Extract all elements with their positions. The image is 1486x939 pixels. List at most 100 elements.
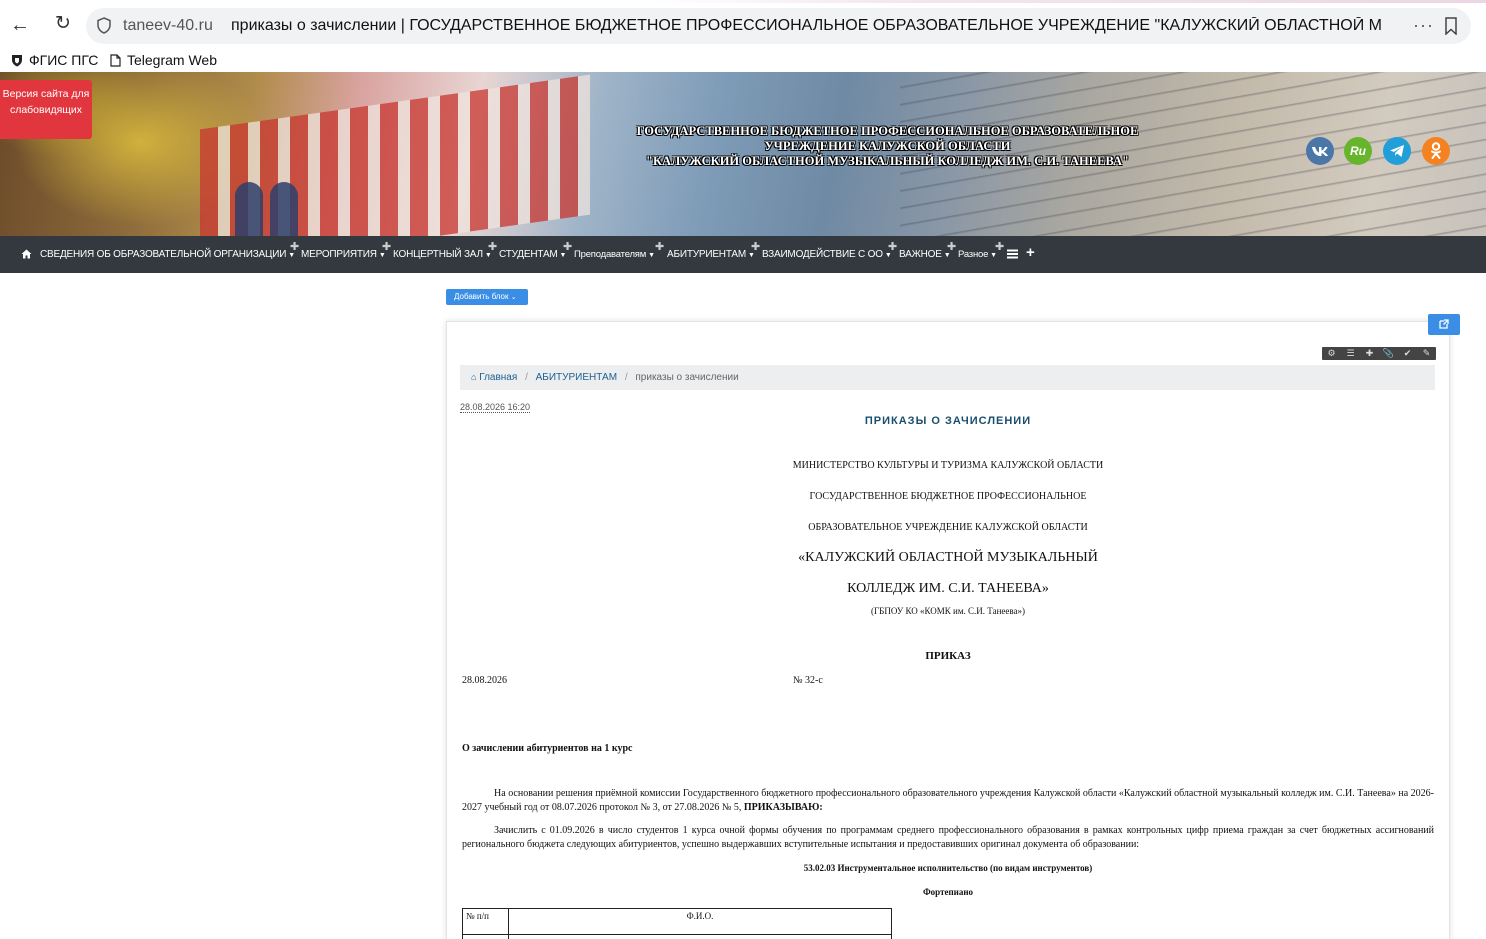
low-vision-button[interactable]: Версия сайта для слабовидящих <box>0 80 92 139</box>
table-cell <box>462 934 509 939</box>
drag-handle-icon[interactable]: ✚ <box>563 240 572 253</box>
reload-button[interactable]: ↻ <box>52 13 74 35</box>
url-page-title[interactable]: приказы о зачислении | ГОСУДАРСТВЕННОЕ Б… <box>231 17 1381 35</box>
list-icon[interactable] <box>1007 249 1018 259</box>
doc-instrument: Фортепиано <box>922 887 974 897</box>
nav-item-teachers[interactable]: Преподавателям ▼ <box>574 249 655 260</box>
header-banner: ГОСУДАРСТВЕННОЕ БЮДЖЕТНОЕ ПРОФЕССИОНАЛЬН… <box>0 72 1486 236</box>
nav-item-cooperation[interactable]: ВЗАИМОДЕЙСТВИЕ С ОО ▼ <box>762 249 892 260</box>
bookmark-telegram[interactable]: Telegram Web <box>110 52 217 68</box>
doc-paragraph: На основании решения приёмной комиссии Г… <box>462 787 1434 814</box>
table-header-row: № п/п Ф.И.О. <box>462 908 892 935</box>
doc-org-line: «КАЛУЖСКИЙ ОБЛАСТНОЙ МУЗЫКАЛЬНЫЙ <box>798 550 1098 565</box>
breadcrumb: ⌂ Главная / АБИТУРИЕНТАМ / приказы о зач… <box>460 365 1435 390</box>
doc-org-line: КОЛЛЕДЖ ИМ. С.И. ТАНЕЕВА» <box>847 581 1049 596</box>
nav-item-org-info[interactable]: СВЕДЕНИЯ ОБ ОБРАЗОВАТЕЛЬНОЙ ОРГАНИЗАЦИИ ▼ <box>40 249 295 260</box>
gear-icon[interactable]: ⚙ <box>1322 347 1341 360</box>
external-link-icon <box>1439 319 1449 329</box>
back-button[interactable]: ← <box>9 14 31 36</box>
doc-org-short: (ГБПОУ КО «КОМК им. С.И. Танеева») <box>870 606 1025 616</box>
chevron-down-icon: ⌄ <box>510 294 517 301</box>
doc-order-number: № 32-с <box>793 675 823 686</box>
odnoklassniki-icon[interactable] <box>1422 137 1450 165</box>
nav-label: ВЗАИМОДЕЙСТВИЕ С ОО <box>762 249 883 260</box>
add-block-label: Добавить блок <box>454 292 509 301</box>
move-icon[interactable]: ✚ <box>1360 347 1379 360</box>
add-menu-item-icon[interactable]: + <box>1026 244 1035 261</box>
nav-label: ВАЖНОЕ <box>899 249 942 260</box>
bookmarks-bar: ФГИС ПГС Telegram Web <box>0 50 1486 72</box>
doc-subject: О зачислении абитуриентов на 1 курс <box>462 743 633 754</box>
breadcrumb-separator: / <box>624 372 628 383</box>
shield-icon[interactable] <box>97 17 111 34</box>
college-title-line: ГОСУДАРСТВЕННОЕ БЮДЖЕТНОЕ ПРОФЕССИОНАЛЬН… <box>636 124 1139 138</box>
home-icon[interactable]: ⌂ <box>471 372 476 382</box>
address-bar[interactable]: taneev-40.ru приказы о зачислении | ГОСУ… <box>86 8 1471 44</box>
nav-item-important[interactable]: ВАЖНОЕ ▼ <box>899 249 951 260</box>
college-title-line: УЧРЕЖДЕНИЕ КАЛУЖСКОЙ ОБЛАСТИ <box>764 139 1011 153</box>
bookmark-label: ФГИС ПГС <box>29 52 99 68</box>
paperclip-icon[interactable]: 📎 <box>1379 347 1398 360</box>
drag-handle-icon[interactable]: ✚ <box>655 240 664 253</box>
caret-down-icon: ▼ <box>943 252 951 259</box>
check-icon[interactable]: ✔ <box>1398 347 1417 360</box>
drag-handle-icon[interactable]: ✚ <box>995 240 1004 253</box>
caret-down-icon: ▼ <box>484 252 492 259</box>
caret-down-icon: ▼ <box>748 252 755 259</box>
nav-item-misc[interactable]: Разное ▼ <box>958 249 997 260</box>
breadcrumb-current: приказы о зачислении <box>635 372 739 383</box>
caret-down-icon: ▼ <box>648 252 655 259</box>
table-row <box>462 934 892 939</box>
more-icon[interactable]: ··· <box>1413 15 1434 36</box>
doc-ministry: МИНИСТЕРСТВО КУЛЬТУРЫ И ТУРИЗМА КАЛУЖСКО… <box>792 460 1104 471</box>
breadcrumb-home[interactable]: Главная <box>479 372 517 383</box>
nav-label: АБИТУРИЕНТАМ <box>667 249 747 260</box>
doc-paragraph-text: На основании решения приёмной комиссии Г… <box>462 788 1434 813</box>
doc-org-line: ГОСУДАРСТВЕННОЕ БЮДЖЕТНОЕ ПРОФЕССИОНАЛЬН… <box>809 491 1087 502</box>
drag-handle-icon[interactable]: ✚ <box>382 240 391 253</box>
edit-external-button[interactable] <box>1428 314 1460 335</box>
caret-down-icon: ▼ <box>288 252 295 259</box>
home-icon[interactable] <box>21 249 32 259</box>
page-title: ПРИКАЗЫ О ЗАЧИСЛЕНИИ <box>864 415 1032 427</box>
doc-specialty: 53.02.03 Инструментальное исполнительств… <box>803 863 1093 873</box>
breadcrumb-section[interactable]: АБИТУРИЕНТАМ <box>536 372 617 383</box>
drag-handle-icon[interactable]: ✚ <box>290 240 299 253</box>
list-icon[interactable]: ☰ <box>1341 347 1360 360</box>
nav-label: СВЕДЕНИЯ ОБ ОБРАЗОВАТЕЛЬНОЙ ОРГАНИЗАЦИИ <box>40 249 287 260</box>
drag-handle-icon[interactable]: ✚ <box>751 240 760 253</box>
nav-item-concert-hall[interactable]: КОНЦЕРТНЫЙ ЗАЛ ▼ <box>393 249 492 260</box>
drag-handle-icon[interactable]: ✚ <box>488 240 497 253</box>
table-header-num: № п/п <box>462 908 509 935</box>
breadcrumb-separator: / <box>525 372 528 383</box>
block-toolbar: ⚙ ☰ ✚ 📎 ✔ ✎ <box>1322 347 1436 360</box>
nav-label: КОНЦЕРТНЫЙ ЗАЛ <box>393 249 483 260</box>
toolbar-accent <box>0 0 1486 3</box>
banner-window-art <box>235 182 263 236</box>
caret-down-icon: ▼ <box>990 252 997 259</box>
doc-org-line: ОБРАЗОВАТЕЛЬНОЕ УЧРЕЖДЕНИЕ КАЛУЖСКОЙ ОБЛ… <box>808 522 1088 533</box>
drag-handle-icon[interactable]: ✚ <box>888 240 897 253</box>
url-host[interactable]: taneev-40.ru <box>123 17 213 35</box>
add-block-button[interactable]: Добавить блок ⌄ <box>446 289 528 305</box>
students-table: № п/п Ф.И.О. <box>462 908 892 939</box>
vk-icon[interactable] <box>1306 137 1334 165</box>
nav-label: МЕРОПРИЯТИЯ <box>301 249 377 260</box>
nav-item-events[interactable]: МЕРОПРИЯТИЯ ▼ <box>301 249 386 260</box>
caret-down-icon: ▼ <box>884 252 892 259</box>
nav-label: Разное <box>958 249 989 260</box>
nav-label: СТУДЕНТАМ <box>499 249 558 260</box>
doc-paragraph: Зачислить с 01.09.2026 в число студентов… <box>462 825 1434 850</box>
telegram-icon[interactable] <box>1383 137 1411 165</box>
rutube-icon[interactable]: Ru <box>1344 137 1372 165</box>
fgis-shield-icon <box>12 54 22 66</box>
caret-down-icon: ▼ <box>559 252 567 259</box>
bookmark-fgis[interactable]: ФГИС ПГС <box>11 52 98 68</box>
pencil-icon[interactable]: ✎ <box>1417 347 1436 360</box>
nav-item-applicants[interactable]: АБИТУРИЕНТАМ ▼ <box>667 249 755 260</box>
drag-handle-icon[interactable]: ✚ <box>947 240 956 253</box>
table-cell <box>508 934 892 939</box>
college-title: ГОСУДАРСТВЕННОЕ БЮДЖЕТНОЕ ПРОФЕССИОНАЛЬН… <box>620 124 1155 169</box>
bookmark-icon[interactable] <box>1444 17 1458 35</box>
nav-item-students[interactable]: СТУДЕНТАМ ▼ <box>499 249 566 260</box>
